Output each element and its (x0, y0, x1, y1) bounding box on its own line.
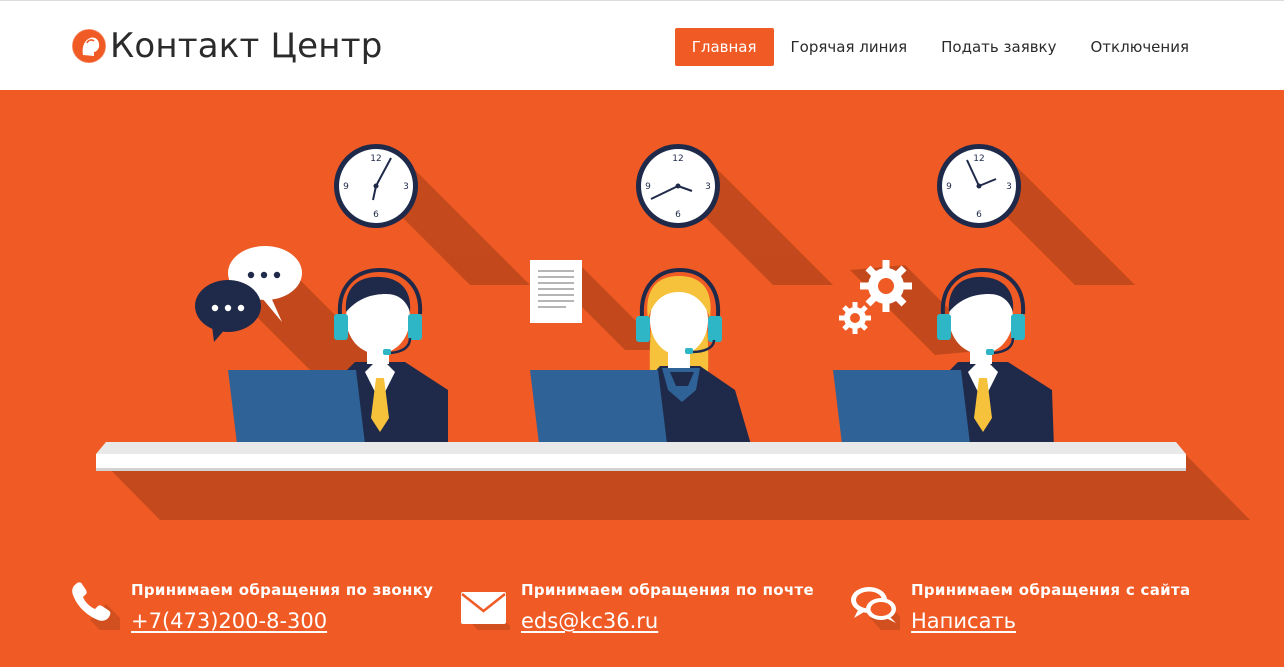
operator-head-logo-icon (71, 28, 107, 64)
svg-text:9: 9 (343, 182, 349, 192)
svg-text:6: 6 (675, 210, 681, 220)
svg-text:6: 6 (976, 210, 982, 220)
nav-item-submit-request[interactable]: Подать заявку (924, 28, 1073, 66)
site-logo[interactable]: Контакт Центр (70, 25, 383, 67)
nav-item-home[interactable]: Главная (674, 28, 774, 66)
phone-number-link[interactable]: +7(473)200-8-300 (131, 609, 327, 633)
logo-text: Контакт Центр (110, 26, 383, 66)
contact-channels: Принимаем обращения по звонку +7(473)200… (0, 575, 1284, 655)
svg-text:3: 3 (705, 182, 711, 192)
svg-text:12: 12 (672, 154, 683, 164)
svg-text:12: 12 (370, 154, 381, 164)
phone-icon (72, 582, 120, 630)
write-message-link[interactable]: Написать (911, 609, 1016, 633)
envelope-icon (461, 592, 510, 630)
svg-text:9: 9 (946, 182, 952, 192)
nav-item-outages[interactable]: Отключения (1074, 28, 1207, 66)
wall-clock-2: 12 3 6 9 (636, 144, 720, 228)
desk (96, 442, 1186, 471)
svg-text:3: 3 (403, 182, 409, 192)
main-nav: Главная Горячая линия Подать заявку Откл… (674, 28, 1207, 66)
nav-item-hotline[interactable]: Горячая линия (774, 28, 925, 66)
email-link[interactable]: eds@kc36.ru (521, 609, 658, 633)
gears-icon (839, 260, 912, 334)
contact-email-title: Принимаем обращения по почте (521, 581, 814, 599)
svg-text:12: 12 (973, 154, 984, 164)
contact-website-title: Принимаем обращения с сайта (911, 581, 1191, 599)
site-header: Контакт Центр Главная Горячая линия Пода… (0, 0, 1284, 90)
svg-text:9: 9 (645, 182, 651, 192)
call-center-illustration: 12 3 6 9 12 3 6 9 12 3 6 9 (96, 144, 1250, 520)
chat-bubbles-icon (851, 587, 900, 630)
wall-clock-3: 12 3 6 9 (937, 144, 1021, 228)
svg-text:3: 3 (1006, 182, 1012, 192)
wall-clock-1: 12 3 6 9 (334, 144, 418, 228)
document-icon (530, 260, 582, 323)
contact-phone-title: Принимаем обращения по звонку (131, 581, 434, 599)
svg-text:6: 6 (373, 210, 379, 220)
